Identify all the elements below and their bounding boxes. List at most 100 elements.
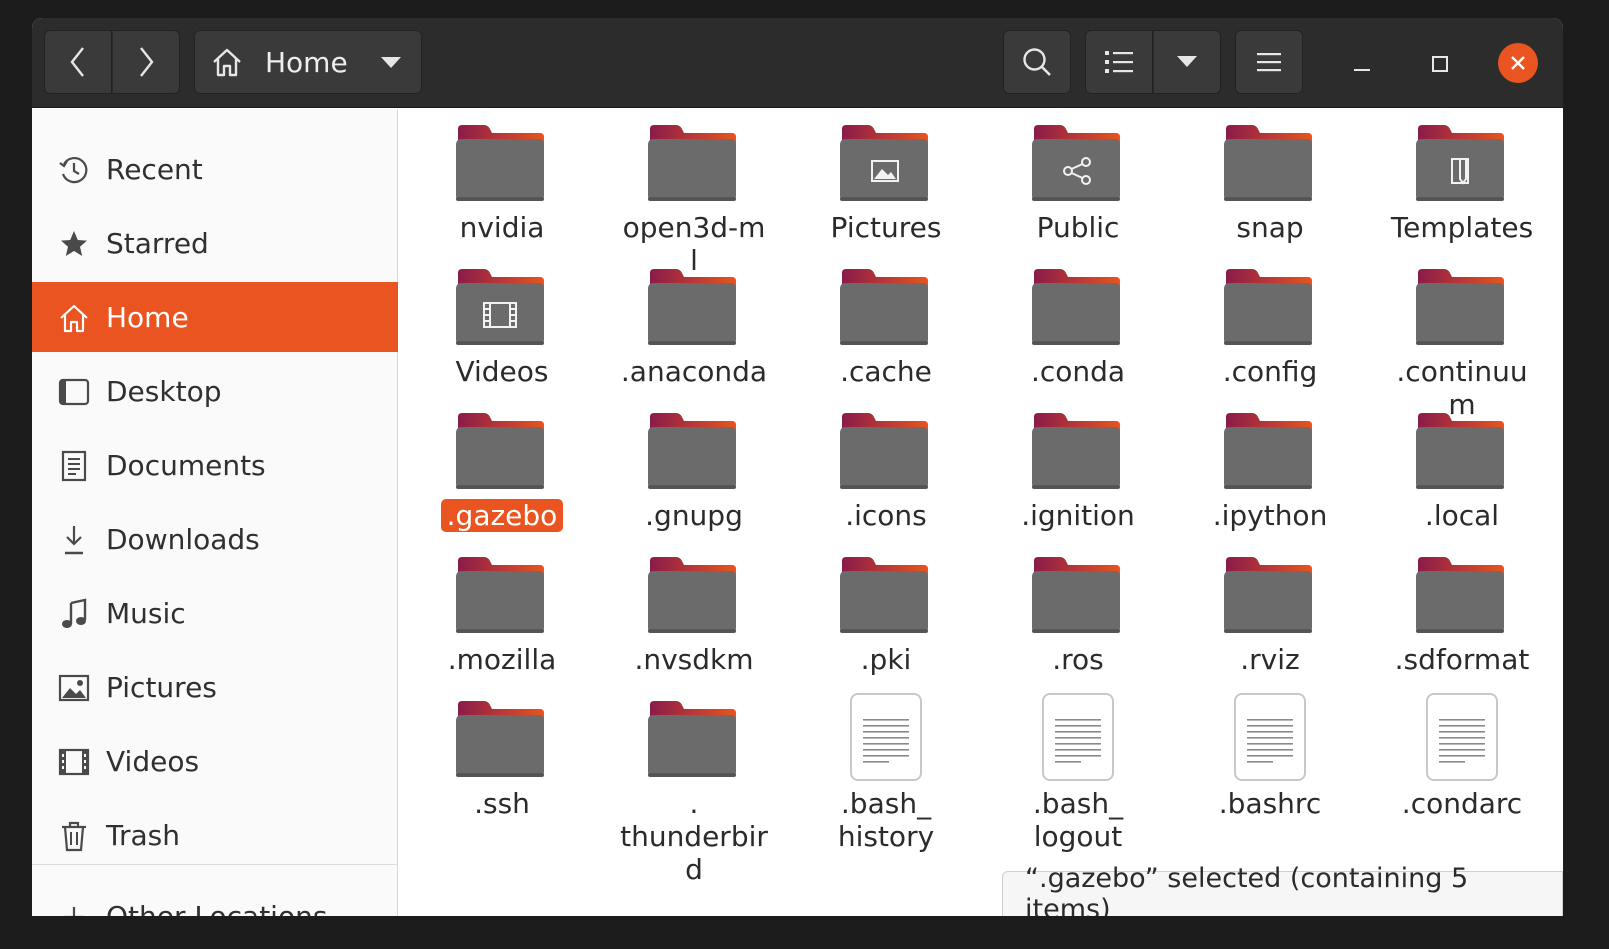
file-name: .anaconda	[620, 355, 768, 388]
header-bar: Home	[32, 18, 1563, 108]
folder-item[interactable]: .conda	[993, 267, 1163, 388]
folder-item[interactable]: .nvsdkm	[609, 555, 779, 676]
folder-item[interactable]: nvidia	[417, 123, 587, 244]
file-name: .gazebo	[440, 499, 564, 532]
folder-icon	[646, 555, 742, 637]
file-item[interactable]: .bash_ history	[801, 693, 971, 853]
folder-item[interactable]: Public	[993, 123, 1163, 244]
sidebar-item-label: Starred	[106, 226, 209, 260]
star-icon	[58, 228, 90, 260]
file-name-line: history	[837, 820, 935, 853]
folder-icon	[454, 555, 550, 637]
folder-icon	[838, 411, 934, 493]
minimize-button[interactable]	[1344, 46, 1380, 82]
file-name-line: .bash_	[840, 787, 932, 820]
maximize-icon	[1432, 56, 1448, 72]
sidebar-item-videos[interactable]: Videos	[32, 726, 398, 796]
menu-button[interactable]	[1235, 30, 1303, 94]
sidebar-item-documents[interactable]: Documents	[32, 430, 398, 500]
folder-item[interactable]: .continuum	[1377, 267, 1547, 421]
folder-icon	[646, 411, 742, 493]
sidebar-item-home[interactable]: Home	[32, 282, 398, 352]
file-name-line: d	[685, 853, 703, 886]
back-button[interactable]	[44, 30, 112, 94]
sidebar-item-other-locations[interactable]: Other Locations	[32, 881, 398, 916]
text-file-icon	[1030, 693, 1126, 781]
hamburger-menu-icon	[1257, 53, 1281, 72]
folder-item[interactable]: .ipython	[1185, 411, 1355, 532]
sidebar-item-desktop[interactable]: Desktop	[32, 356, 398, 426]
sidebar-item-starred[interactable]: Starred	[32, 208, 398, 278]
folder-item[interactable]: snap	[1185, 123, 1355, 244]
file-name: Public	[1036, 211, 1120, 244]
file-item[interactable]: .bashrc	[1185, 693, 1355, 820]
folder-item[interactable]: Videos	[417, 267, 587, 388]
sidebar-divider	[32, 864, 398, 865]
forward-button[interactable]	[112, 30, 180, 94]
picture-icon	[58, 672, 90, 704]
view-options-button[interactable]	[1153, 30, 1221, 94]
video-icon	[58, 746, 90, 778]
file-name: .ignition	[1021, 499, 1135, 532]
path-bar-home-button[interactable]: Home	[194, 30, 422, 94]
folder-item[interactable]: .icons	[801, 411, 971, 532]
folder-share-icon	[1030, 123, 1126, 205]
folder-item[interactable]: .mozilla	[417, 555, 587, 676]
close-button[interactable]	[1498, 43, 1538, 83]
file-name: .cache	[840, 355, 932, 388]
file-name: .mozilla	[447, 643, 557, 676]
sidebar-item-label: Home	[106, 300, 189, 334]
sidebar-item-pictures[interactable]: Pictures	[32, 652, 398, 722]
folder-icon	[646, 267, 742, 349]
sidebar-item-label: Music	[106, 596, 186, 630]
sidebar-item-label: Pictures	[106, 670, 217, 704]
document-icon	[58, 450, 90, 482]
folder-item[interactable]: Pictures	[801, 123, 971, 244]
folder-item[interactable]: .gnupg	[609, 411, 779, 532]
folder-item[interactable]: .anaconda	[609, 267, 779, 388]
folder-item[interactable]: .pki	[801, 555, 971, 676]
folder-item[interactable]: Templates	[1377, 123, 1547, 244]
file-name: .rviz	[1240, 643, 1300, 676]
sidebar-item-downloads[interactable]: Downloads	[32, 504, 398, 574]
sidebar-item-label: Trash	[106, 818, 180, 852]
sidebar-item-label: Videos	[106, 744, 200, 778]
list-view-button[interactable]	[1085, 30, 1153, 94]
list-view-icon	[1105, 51, 1133, 73]
sidebar-item-label: Other Locations	[106, 899, 328, 917]
folder-item[interactable]: .rviz	[1185, 555, 1355, 676]
file-name: .bash_ history	[832, 787, 940, 853]
folder-item[interactable]: .ssh	[417, 699, 587, 820]
sidebar-item-trash[interactable]: Trash	[32, 800, 398, 870]
file-name-line: thunderbir	[620, 820, 768, 853]
folder-icon	[838, 267, 934, 349]
folder-item[interactable]: open3d-ml	[609, 123, 779, 277]
search-button[interactable]	[1003, 30, 1071, 94]
folder-icon	[838, 555, 934, 637]
folder-item[interactable]: .local	[1377, 411, 1547, 532]
file-name-line: .bash_	[1032, 787, 1124, 820]
folder-item[interactable]: .ros	[993, 555, 1163, 676]
sidebar: Recent Starred Home Desktop Documents Do…	[32, 109, 398, 916]
chevron-down-icon	[1177, 56, 1197, 67]
folder-item[interactable]: .config	[1185, 267, 1355, 388]
text-file-icon	[1414, 693, 1510, 781]
folder-item[interactable]: .ignition	[993, 411, 1163, 532]
sidebar-item-recent[interactable]: Recent	[32, 134, 398, 204]
path-label: Home	[265, 45, 348, 79]
file-name: .bashrc	[1218, 787, 1322, 820]
file-item[interactable]: .bash_ logout	[993, 693, 1163, 853]
desktop-icon	[58, 376, 90, 408]
sidebar-item-music[interactable]: Music	[32, 578, 398, 648]
folder-item[interactable]: .sdformat	[1377, 555, 1547, 676]
file-name: .config	[1222, 355, 1318, 388]
folder-icon	[454, 123, 550, 205]
folder-item[interactable]: .gazebo	[417, 411, 587, 532]
status-bar: “.gazebo” selected (containing 5 items)	[1002, 863, 1563, 916]
folder-icon	[1414, 411, 1510, 493]
folder-item[interactable]: .cache	[801, 267, 971, 388]
folder-item[interactable]: . thunderbir d	[609, 699, 779, 886]
chevron-right-icon	[140, 47, 154, 77]
maximize-button[interactable]	[1422, 46, 1458, 82]
file-item[interactable]: .condarc	[1377, 693, 1547, 820]
